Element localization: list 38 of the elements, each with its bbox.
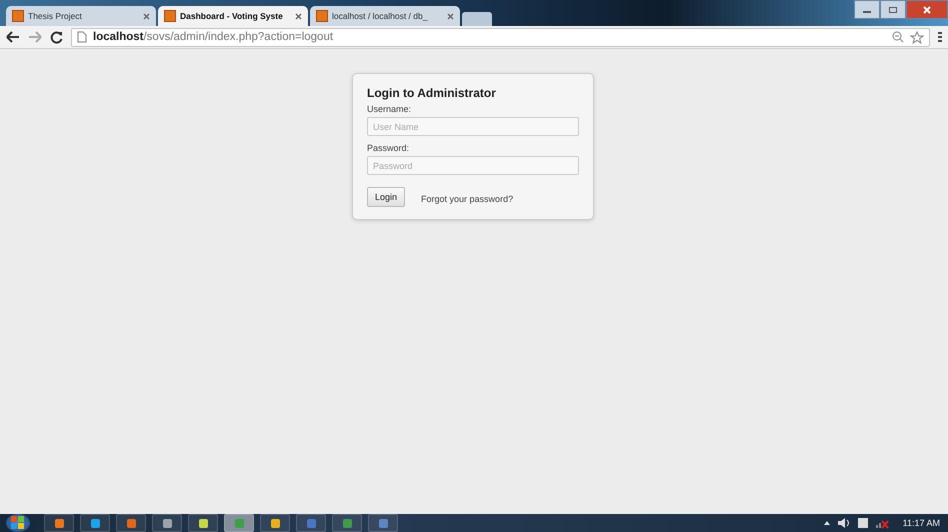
page-icon — [164, 10, 176, 22]
close-icon[interactable] — [143, 12, 150, 20]
restore-icon[interactable] — [888, 6, 898, 14]
close-icon[interactable] — [447, 12, 454, 20]
login-button[interactable]: Login — [367, 187, 406, 207]
taskbar-app-button[interactable] — [260, 514, 290, 532]
start-button[interactable] — [6, 514, 30, 532]
taskbar-app-button[interactable] — [80, 514, 110, 532]
minimize-button[interactable] — [854, 0, 880, 19]
taskbar-app-button[interactable] — [116, 514, 146, 532]
page-icon — [316, 10, 328, 22]
browser-tab[interactable]: Thesis Project — [6, 6, 156, 26]
password-label: Password: — [367, 143, 410, 153]
taskbar-app-button[interactable] — [152, 514, 182, 532]
caret-icon[interactable] — [822, 520, 831, 526]
close-button[interactable] — [906, 0, 948, 19]
maximize-button[interactable] — [880, 0, 906, 19]
login-title: Login to Administrator — [367, 86, 497, 100]
clock[interactable]: 11:17 AM — [902, 518, 940, 528]
address-bar[interactable]: localhost/sovs/admin/index.php?action=logout — [71, 28, 930, 46]
password-field[interactable]: Password — [367, 156, 579, 175]
browser-tab[interactable]: localhost / localhost / db_ — [310, 6, 460, 26]
username-field[interactable]: User Name — [367, 117, 579, 136]
page-icon — [12, 10, 24, 22]
close-icon[interactable] — [295, 12, 302, 20]
taskbar-app-button[interactable] — [188, 514, 218, 532]
star-icon[interactable] — [910, 30, 924, 44]
browser-tab[interactable]: Dashboard - Voting Syste — [158, 6, 308, 26]
reload-icon[interactable] — [50, 30, 63, 44]
forgot-password-link[interactable]: Forgot your password? — [421, 194, 514, 204]
back-arrow-icon[interactable] — [6, 31, 20, 43]
page-icon — [77, 31, 87, 43]
taskbar-app-button[interactable] — [44, 514, 74, 532]
zoom-out-icon[interactable] — [892, 31, 904, 43]
username-label: Username: — [367, 104, 412, 114]
menu-icon[interactable] — [938, 31, 942, 43]
speaker-icon[interactable] — [836, 517, 851, 529]
taskbar-app-button[interactable] — [332, 514, 362, 532]
